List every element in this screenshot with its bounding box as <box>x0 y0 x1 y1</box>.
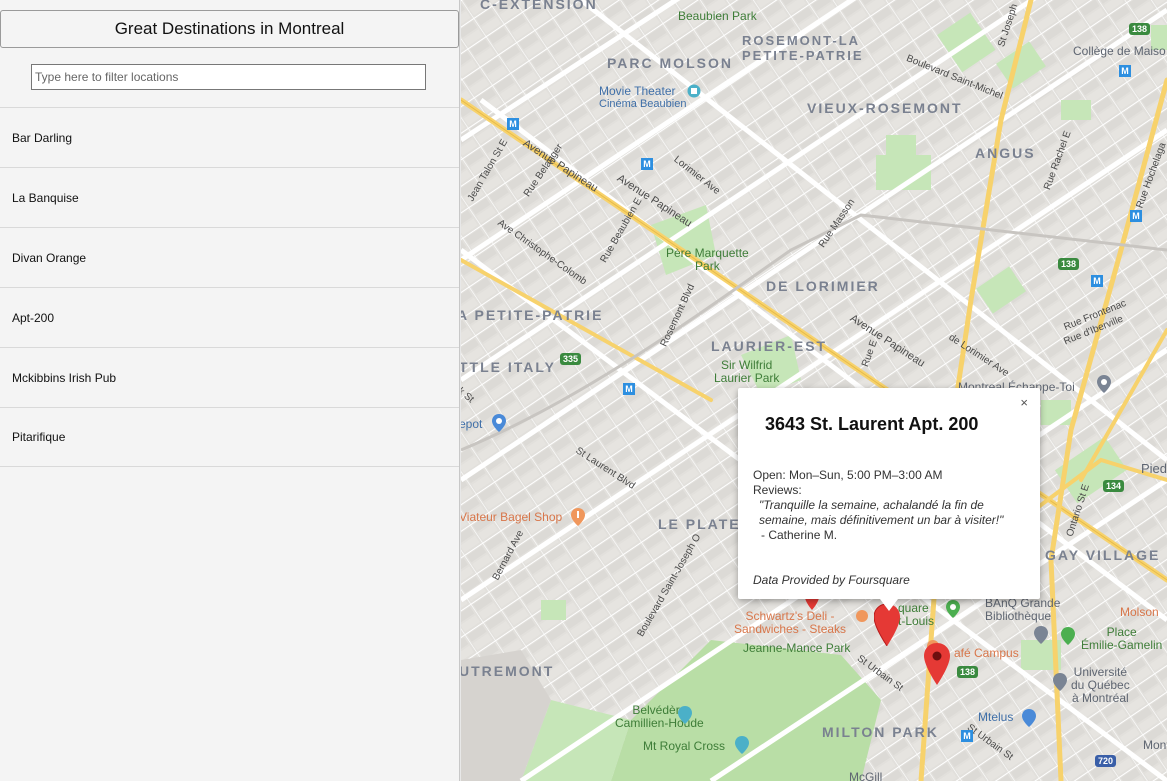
place-cafe-campus[interactable]: afé Campus <box>954 647 1019 660</box>
movie-theater-icon[interactable] <box>687 84 701 100</box>
neighborhood-rosemont-2: PETITE-PATRIE <box>742 48 864 63</box>
neighborhood-little-italy: TTLE ITALY <box>461 359 556 375</box>
university-pin-icon[interactable] <box>1053 673 1067 691</box>
close-icon[interactable]: × <box>1020 395 1028 410</box>
neighborhood-petite-patrie: A PETITE-PATRIE <box>461 307 604 323</box>
place-pin-icon[interactable] <box>1097 375 1111 393</box>
neighborhood-vieux-rosemont: VIEUX-ROSEMONT <box>807 100 963 116</box>
neighborhood-parc-molson: PARC MOLSON <box>607 55 733 71</box>
location-item-la-banquise[interactable]: La Banquise <box>0 167 459 227</box>
location-item-apt-200[interactable]: Apt-200 <box>0 287 459 347</box>
place-pere-marquette[interactable]: Père Marquette Park <box>666 247 749 273</box>
restaurant-icon[interactable] <box>571 508 585 526</box>
highway-shield-138-c: 138 <box>957 666 979 678</box>
highway-shield-138-b: 138 <box>1058 258 1080 270</box>
viewpoint-pin-icon[interactable] <box>678 706 692 724</box>
location-item-mckibbins[interactable]: Mckibbins Irish Pub <box>0 347 459 407</box>
movie-label-2: Cinéma Beaubien <box>599 98 687 110</box>
info-credit: Data Provided by Foursquare <box>753 573 910 587</box>
metro-icon[interactable]: M <box>1091 275 1103 287</box>
metro-icon[interactable]: M <box>623 383 635 395</box>
place-schwartz[interactable]: Schwartz's Deli - Sandwiches - Steaks <box>734 610 846 636</box>
place-mcgill[interactable]: McGill <box>849 771 882 781</box>
info-body: Open: Mon–Sun, 5:00 PM–3:00 AM Reviews: … <box>753 468 1023 543</box>
place-beaubien-park[interactable]: Beaubien Park <box>678 10 757 23</box>
venue-pin-icon[interactable] <box>1022 709 1036 727</box>
location-item-bar-darling[interactable]: Bar Darling <box>0 107 459 167</box>
place-movie-theater[interactable]: Movie Theater Cinéma Beaubien <box>599 85 686 111</box>
place-mtelus[interactable]: Mtelus <box>978 711 1013 724</box>
neighborhood-extension: C-EXTENSION <box>480 0 598 12</box>
location-list: Bar Darling La Banquise Divan Orange Apt… <box>0 107 459 467</box>
place-banq[interactable]: BAnQ Grande Bibliothèque <box>985 597 1060 623</box>
info-window: × 3643 St. Laurent Apt. 200 Open: Mon–Su… <box>738 388 1040 611</box>
neighborhood-laurier-est: LAURIER-EST <box>711 338 828 354</box>
highway-shield-720: 720 <box>1095 755 1117 767</box>
place-emilie-gamelin[interactable]: Place Émilie-Gamelin <box>1081 626 1162 652</box>
restaurant-icon[interactable] <box>856 610 868 624</box>
park-pin-icon[interactable] <box>946 600 960 618</box>
highway-shield-134: 134 <box>1103 480 1125 492</box>
place-label-2: Émilie-Gamelin <box>1081 638 1163 652</box>
metro-icon[interactable]: M <box>1130 210 1142 222</box>
location-marker-icon[interactable] <box>924 643 950 685</box>
sidebar: Great Destinations in Montreal Bar Darli… <box>0 0 460 781</box>
metro-icon[interactable]: M <box>641 158 653 170</box>
banq-label-2: Bibliothèque <box>985 609 1052 623</box>
neighborhood-gay-village: GAY VILLAGE <box>1045 547 1161 563</box>
highway-shield-335: 335 <box>560 353 582 365</box>
metro-icon[interactable]: M <box>1119 65 1131 77</box>
place-sir-wilfrid[interactable]: Sir Wilfrid Laurier Park <box>714 359 779 385</box>
title-button[interactable]: Great Destinations in Montreal <box>0 10 459 48</box>
metro-icon[interactable]: M <box>961 730 973 742</box>
neighborhood-rosemont-1: ROSEMONT-LA <box>742 33 861 48</box>
neighborhood-outremont: UTREMONT <box>461 663 555 679</box>
place-viateur-bagel[interactable]: Viateur Bagel Shop <box>461 511 562 524</box>
uqam-label-3: à Montréal <box>1072 691 1129 705</box>
movie-label-1: Movie Theater <box>599 84 676 98</box>
neighborhood-angus: ANGUS <box>975 145 1036 161</box>
place-pied[interactable]: Pied <box>1141 462 1167 475</box>
place-pin-icon[interactable] <box>492 414 506 432</box>
place-molson[interactable]: Molson <box>1120 606 1159 619</box>
place-square-st-louis[interactable]: quare t-Louis <box>898 602 934 628</box>
place-depot[interactable]: epot <box>461 418 482 431</box>
schwartz-label-2: Sandwiches - Steaks <box>734 622 847 636</box>
info-review-author: - Catherine M. <box>761 528 838 542</box>
place-mt-royal-cross[interactable]: Mt Royal Cross <box>643 740 725 753</box>
info-title: 3643 St. Laurent Apt. 200 <box>765 414 979 434</box>
place-uqam[interactable]: Université du Québec à Montréal <box>1071 666 1130 705</box>
place-mont[interactable]: Mont <box>1143 739 1167 752</box>
place-jeanne-mance[interactable]: Jeanne-Mance Park <box>743 642 850 655</box>
pere-label-2: Park <box>695 259 720 273</box>
place-college[interactable]: Collège de Maiso <box>1073 45 1166 58</box>
square-label-2: t-Louis <box>898 614 935 628</box>
filter-input[interactable] <box>31 64 426 90</box>
neighborhood-milton-park: MILTON PARK <box>822 724 939 740</box>
highway-shield-138-a: 138 <box>1129 23 1151 35</box>
landmark-pin-icon[interactable] <box>735 736 749 754</box>
info-reviews-label: Reviews: <box>753 483 802 497</box>
info-review: "Tranquille la semaine, achalandé la fin… <box>759 498 1004 527</box>
location-item-pitarifique[interactable]: Pitarifique <box>0 407 459 467</box>
park-pin-icon[interactable] <box>1061 627 1075 645</box>
wilfrid-label-2: Laurier Park <box>714 371 780 385</box>
neighborhood-de-lorimier: DE LORIMIER <box>766 278 880 294</box>
library-pin-icon[interactable] <box>1034 626 1048 644</box>
metro-icon[interactable]: M <box>507 118 519 130</box>
info-hours: Open: Mon–Sun, 5:00 PM–3:00 AM <box>753 468 943 482</box>
location-item-divan-orange[interactable]: Divan Orange <box>0 227 459 287</box>
